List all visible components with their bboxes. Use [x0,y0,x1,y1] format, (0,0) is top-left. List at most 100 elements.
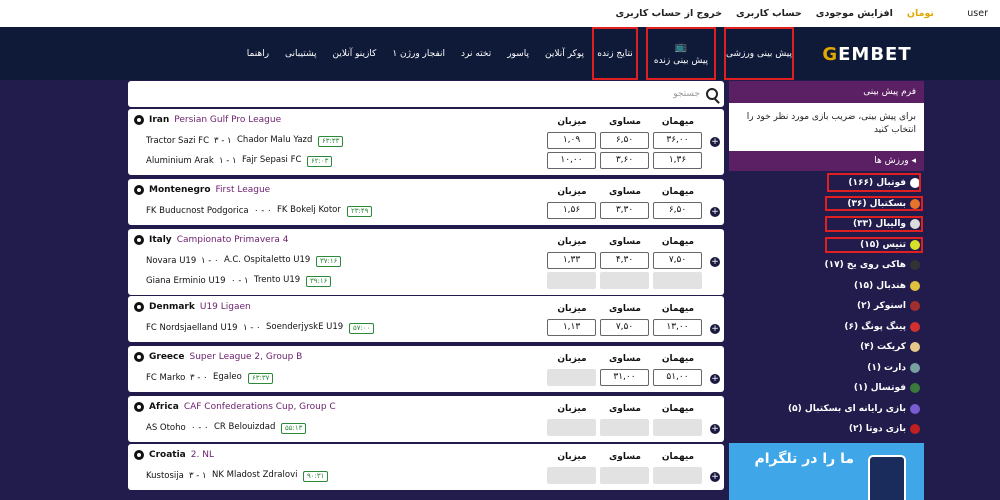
nav-pasur[interactable]: پاسور [499,27,537,80]
odds-button[interactable] [547,419,596,436]
more-markets-icon[interactable]: + [710,207,720,217]
nav-online-poker[interactable]: پوکر آنلاین [537,27,592,80]
match-score: ۳ - ۰ [190,373,208,383]
odds-button[interactable]: ۱۰,۰۰ [547,152,596,169]
search-bar[interactable]: جستجو [128,81,724,107]
odds-button[interactable] [547,369,596,386]
football-icon [134,402,144,412]
nav-live-betting[interactable]: 📺 پیش بینی زنده [646,27,716,80]
username: user [967,8,988,19]
league-name: First League [215,185,271,195]
odds-button[interactable]: ۷,۵۰ [653,252,702,269]
away-team: NK Mladost Zdralovi [212,470,298,480]
sport-item[interactable]: اسنوکر (۲) [857,296,920,316]
sport-item[interactable]: بازی دوتا (۲) [849,419,920,439]
away-team: FK Bokelj Kotor [277,205,341,215]
league-header: Greece Super League 2, Group B [134,352,302,362]
search-icon[interactable] [706,88,718,100]
odds-button[interactable]: ۶,۵۰ [600,132,649,149]
odds-button[interactable]: ۳۶,۰۰ [653,132,702,149]
odds-button[interactable]: ۱,۱۳ [547,319,596,336]
home-team: Kustosija [146,471,184,481]
away-team: Chador Malu Yazd [237,135,313,145]
sport-item[interactable]: هندبال (۱۵) [854,276,920,296]
away-team: Trento U19 [254,275,301,285]
match-time-badge: ۶۳:۳۷ [248,373,274,384]
odds-button[interactable]: ۶,۵۰ [653,202,702,219]
nav-online-casino[interactable]: کازینو آنلاین [324,27,384,80]
odds-header-draw: مساوی [609,187,641,197]
odds-header-home: میزبان [557,404,587,414]
sport-item[interactable]: دارت (۱) [867,358,920,378]
odds-button[interactable]: ۱۳,۰۰ [653,319,702,336]
more-markets-icon[interactable]: + [710,424,720,434]
tv-icon: 📺 [674,41,688,53]
match-row[interactable]: Aluminium Arak [128,153,548,169]
match-time-badge: ۲۳:۴۹ [347,206,373,217]
sport-label: اسنوکر (۲) [857,301,906,311]
sport-item[interactable]: هاکی روی یخ (۱۷) [825,255,920,275]
sport-label: پینگ پونگ (۶) [844,321,906,332]
league-country: Montenegro [149,185,211,195]
more-markets-icon[interactable]: + [710,257,720,267]
nav-live-results[interactable]: نتایج زنده [592,27,638,80]
sport-item[interactable]: کریکت (۴) [860,337,920,357]
odds-button[interactable]: ۳۱,۰۰ [600,369,649,386]
sport-item[interactable]: پینگ پونگ (۶) [844,317,920,337]
league-country: Greece [149,352,185,362]
match-time-badge: ۳۹:۱۶ [306,276,332,287]
nav-sports-betting[interactable]: پیش بینی ورزشی [724,27,794,80]
sport-item[interactable]: بازی رایانه ای بسکتبال (۵) [788,399,920,419]
more-markets-icon[interactable]: + [710,374,720,384]
odds-button[interactable]: ۱,۵۶ [547,202,596,219]
odds-button[interactable] [547,272,596,289]
football-icon [134,352,144,362]
nav-help[interactable]: راهنما [239,27,277,80]
odds-header-draw: مساوی [609,117,641,127]
nav-crash[interactable]: انفجار ورژن ۱ [384,27,453,80]
more-markets-icon[interactable]: + [710,324,720,334]
football-icon [134,115,144,125]
odds-button[interactable] [600,419,649,436]
odds-button[interactable] [653,272,702,289]
odds-button[interactable] [600,272,649,289]
nav-support[interactable]: پشتیبانی [277,27,324,80]
sport-label: دارت (۱) [867,362,906,373]
odds-header-away: میهمان [661,404,695,414]
more-markets-icon[interactable]: + [710,137,720,147]
deposit-link[interactable]: افزایش موجودی [816,8,893,19]
nav-backgammon[interactable]: تخته نرد [453,27,499,80]
more-markets-icon[interactable]: + [710,472,720,482]
odds-button[interactable] [653,419,702,436]
sports-title: ورزش ها ◂ [729,151,924,171]
odds-button[interactable] [600,467,649,484]
logout-link[interactable]: خروج از حساب کاربری [616,8,723,19]
sport-label: بازی رایانه ای بسکتبال (۵) [788,403,906,414]
telegram-banner[interactable]: ما را در تلگرام [729,443,924,500]
banner-text: ما را در تلگرام [754,451,854,467]
odds-button[interactable]: ۱,۳۶ [653,152,702,169]
match-score: ۰ - ۱ [231,276,249,286]
odds-button[interactable]: ۳,۳۰ [600,202,649,219]
search-input[interactable]: جستجو [673,89,700,99]
odds-header-home: میزبان [557,452,587,462]
match-time-badge: ۳۷:۱۶ [316,256,342,267]
sport-item[interactable]: فوتسال (۱) [854,378,920,398]
odds-header-home: میزبان [557,237,587,247]
odds-button[interactable]: ۷,۵۰ [600,319,649,336]
odds-button[interactable] [653,467,702,484]
odds-button[interactable]: ۴,۳۰ [600,252,649,269]
odds-header-away: میهمان [661,354,695,364]
odds-button[interactable]: ۱,۰۹ [547,132,596,149]
odds-button[interactable] [547,467,596,484]
football-icon [134,450,144,460]
odds-button[interactable]: ۳,۶۰ [600,152,649,169]
match-row[interactable]: Giana Erminio U19 [128,273,548,289]
home-team: FC Nordsjaelland U19 [146,323,238,333]
account-link[interactable]: حساب کاربری [736,8,802,19]
highlight-box [827,173,921,192]
home-team: Novara U19 [146,256,197,266]
odds-button[interactable]: ۵۱,۰۰ [653,369,702,386]
site-logo[interactable]: G EMBET [812,39,922,69]
odds-button[interactable]: ۱,۳۳ [547,252,596,269]
